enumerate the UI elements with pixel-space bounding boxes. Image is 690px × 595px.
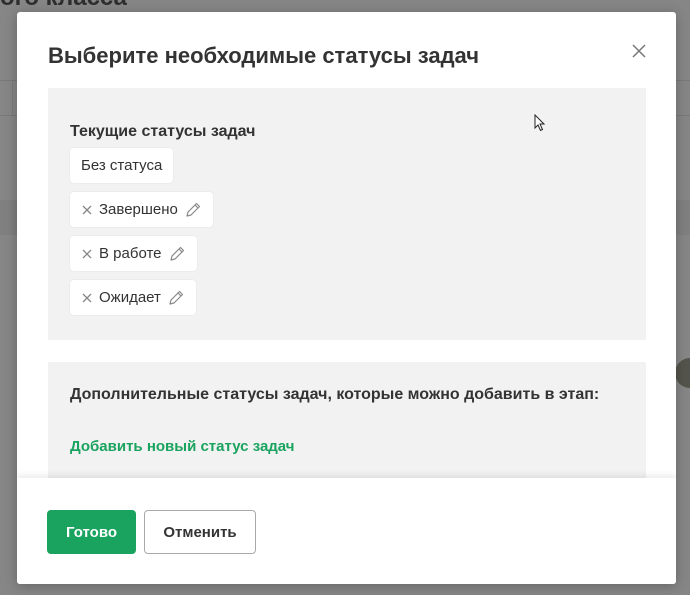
status-chip-label: Ожидает [99,289,161,306]
modal-title: Выберите необходимые статусы задач [48,43,480,68]
status-chip-no-status: Без статуса [70,148,174,183]
current-statuses-panel: Текущие статусы задач Без статуса Заверш… [48,88,646,340]
status-chip-label: В работе [99,245,162,262]
additional-statuses-panel: Дополнительные статусы задач, которые мо… [48,362,646,478]
edit-status-pencil-icon[interactable] [167,289,185,307]
cancel-button[interactable]: Отменить [144,510,256,554]
status-chip-label: Без статуса [81,157,163,174]
remove-status-icon[interactable] [81,204,93,216]
current-statuses-heading: Текущие статусы задач [70,123,256,140]
remove-status-icon[interactable] [81,292,93,304]
status-chip-label: Завершено [99,201,178,218]
status-chip-in-progress: В работе [70,236,197,271]
close-button[interactable] [627,39,651,63]
close-icon [632,44,646,58]
remove-status-icon[interactable] [81,248,93,260]
modal-footer: Готово Отменить [17,478,676,584]
additional-statuses-heading: Дополнительные статусы задач, которые мо… [70,386,600,403]
status-chip-completed: Завершено [70,192,213,227]
status-chip-waiting: Ожидает [70,280,196,315]
add-new-status-link[interactable]: Добавить новый статус задач [70,438,295,455]
modal-body[interactable]: Текущие статусы задач Без статуса Заверш… [17,88,676,478]
edit-status-pencil-icon[interactable] [184,201,202,219]
edit-status-pencil-icon[interactable] [168,245,186,263]
status-selection-modal: Выберите необходимые статусы задач Текущ… [17,12,676,584]
mouse-cursor-icon [534,114,546,132]
done-button[interactable]: Готово [47,510,136,554]
